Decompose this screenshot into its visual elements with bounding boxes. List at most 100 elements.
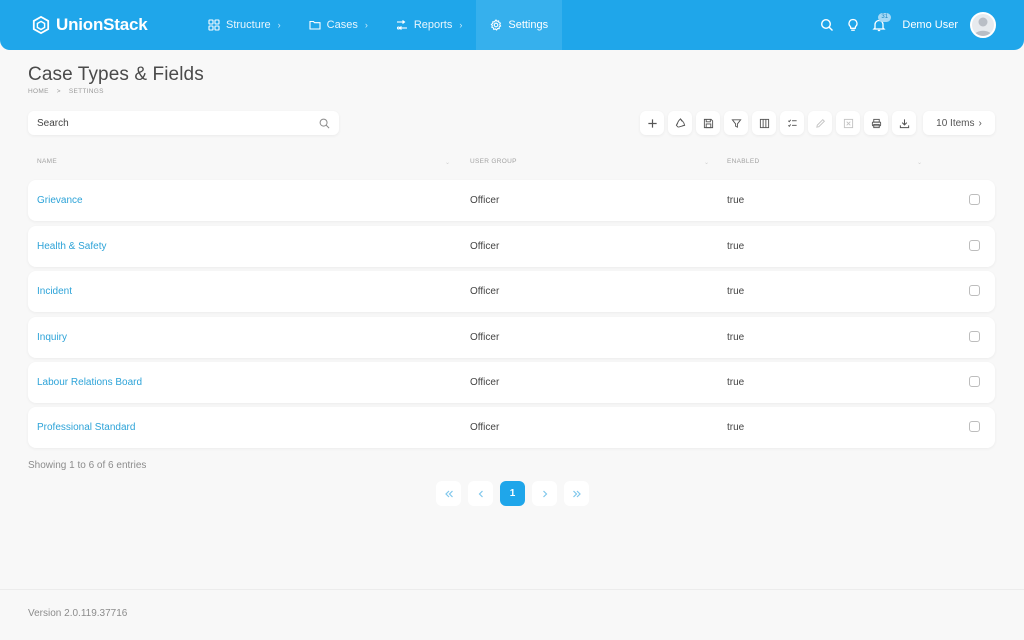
breadcrumb-settings: SETTINGS <box>68 88 104 95</box>
case-type-name-link[interactable]: Inquiry <box>37 332 67 343</box>
floppy-disk-icon <box>703 118 713 128</box>
save-button[interactable] <box>696 111 720 135</box>
filter-flow-icon <box>396 20 407 30</box>
main-nav: Structure › Cases › Reports › Settings <box>194 0 563 50</box>
chevron-right-icon: › <box>978 117 982 129</box>
row-checkbox[interactable] <box>969 421 980 432</box>
user-name[interactable]: Demo User <box>902 19 958 31</box>
column-header-enabled[interactable]: ENABLED ⌄ <box>727 158 922 166</box>
header-search-button[interactable] <box>820 18 834 32</box>
case-type-name-link[interactable]: Health & Safety <box>37 241 106 252</box>
nav-item-reports[interactable]: Reports › <box>382 0 477 50</box>
table-row: Incident Officer true <box>28 271 995 312</box>
nav-item-structure[interactable]: Structure › <box>194 0 295 50</box>
enabled-cell: true <box>727 195 745 206</box>
table-row: Health & Safety Officer true <box>28 226 995 267</box>
table-row: Labour Relations Board Officer true <box>28 362 995 403</box>
user-group-cell: Officer <box>470 422 500 433</box>
breadcrumb-home[interactable]: HOME <box>28 88 49 95</box>
next-page-button[interactable] <box>532 481 557 506</box>
download-icon <box>899 118 909 128</box>
case-type-name-link[interactable]: Labour Relations Board <box>37 377 142 388</box>
prev-page-button[interactable] <box>468 481 493 506</box>
notification-count-badge: 31 <box>878 13 892 22</box>
top-navigation-bar: UnionStack Structure › Cases › Reports ›… <box>0 0 1024 50</box>
download-button[interactable] <box>892 111 916 135</box>
funnel-icon <box>730 118 742 128</box>
row-checkbox[interactable] <box>969 240 980 251</box>
filter-button[interactable] <box>724 111 748 135</box>
sort-icon: ⌄ <box>704 160 710 166</box>
double-chevron-left-icon <box>444 490 453 497</box>
chevron-right-icon <box>542 490 547 497</box>
column-label: ENABLED <box>727 158 760 165</box>
enabled-cell: true <box>727 332 745 343</box>
entries-summary: Showing 1 to 6 of 6 entries <box>28 460 147 471</box>
avatar[interactable] <box>970 12 996 38</box>
chevron-left-icon <box>478 490 483 497</box>
case-type-name-link[interactable]: Incident <box>37 286 72 297</box>
row-checkbox[interactable] <box>969 376 980 387</box>
case-type-name-link[interactable]: Professional Standard <box>37 422 135 433</box>
row-checkbox[interactable] <box>969 194 980 205</box>
columns-button[interactable] <box>752 111 776 135</box>
user-group-cell: Officer <box>470 286 500 297</box>
columns-icon <box>759 118 769 128</box>
chevron-right-icon: › <box>277 20 281 30</box>
grid-icon <box>208 19 220 31</box>
last-page-button[interactable] <box>564 481 589 506</box>
breadcrumb-separator: > <box>56 88 61 95</box>
delete-button[interactable] <box>836 111 860 135</box>
first-page-button[interactable] <box>436 481 461 506</box>
nav-label: Structure <box>226 19 271 31</box>
enabled-cell: true <box>727 286 745 297</box>
sort-icon: ⌄ <box>445 160 451 166</box>
hexagon-logo-icon <box>32 15 50 35</box>
case-type-name-link[interactable]: Grievance <box>37 195 83 206</box>
items-per-page-button[interactable]: 10 Items › <box>923 111 995 135</box>
search-box <box>28 111 339 135</box>
table-row: Professional Standard Officer true <box>28 407 995 448</box>
nav-item-settings[interactable]: Settings <box>476 0 563 50</box>
app-name: UnionStack <box>56 15 148 34</box>
nav-item-cases[interactable]: Cases › <box>295 0 382 50</box>
table-row: Grievance Officer true <box>28 180 995 221</box>
items-per-page-label: 10 Items <box>936 117 975 129</box>
print-button[interactable] <box>864 111 888 135</box>
recycle-button[interactable] <box>668 111 692 135</box>
app-logo[interactable]: UnionStack <box>32 14 148 36</box>
page-title: Case Types & Fields <box>28 64 204 85</box>
column-header-user-group[interactable]: USER GROUP ⌄ <box>470 158 709 166</box>
search-icon <box>319 118 330 128</box>
notifications-button[interactable]: 31 <box>872 13 892 32</box>
tips-button[interactable] <box>846 18 860 32</box>
enabled-cell: true <box>727 422 745 433</box>
nav-label: Settings <box>508 19 549 31</box>
checklist-button[interactable] <box>780 111 804 135</box>
recycle-icon <box>675 117 685 128</box>
edit-button[interactable] <box>808 111 832 135</box>
user-group-cell: Officer <box>470 241 500 252</box>
chevron-right-icon: › <box>459 20 463 30</box>
double-chevron-right-icon <box>572 490 581 497</box>
column-label: USER GROUP <box>470 158 517 165</box>
close-box-icon <box>843 118 853 128</box>
table-toolbar <box>640 111 916 135</box>
nav-label: Cases <box>326 19 358 31</box>
user-group-cell: Officer <box>470 332 500 343</box>
search-input[interactable] <box>37 117 319 129</box>
nav-label: Reports <box>413 19 453 31</box>
user-avatar-icon <box>974 17 992 36</box>
lightbulb-icon <box>848 18 858 31</box>
add-button[interactable] <box>640 111 664 135</box>
column-header-name[interactable]: NAME ⌄ <box>37 158 450 166</box>
row-checkbox[interactable] <box>969 285 980 296</box>
plus-icon <box>647 118 657 128</box>
header-tools: 31 Demo User <box>820 12 996 38</box>
column-label: NAME <box>37 158 57 165</box>
page-number-button[interactable]: 1 <box>500 481 525 506</box>
row-checkbox[interactable] <box>969 331 980 342</box>
user-group-cell: Officer <box>470 195 500 206</box>
search-icon <box>821 18 834 31</box>
sort-icon: ⌄ <box>917 160 923 166</box>
